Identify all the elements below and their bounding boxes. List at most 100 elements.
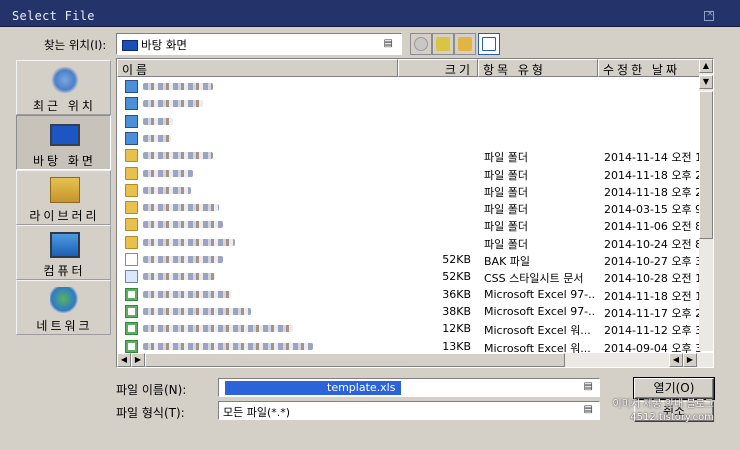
- folder-icon: [125, 183, 138, 197]
- horizontal-scrollbar[interactable]: ◀ ▶ ◀ ▶: [117, 353, 713, 367]
- file-icon: [125, 253, 138, 266]
- list-item[interactable]: [117, 95, 701, 112]
- folder-icon: [125, 235, 138, 249]
- xls-icon: [125, 322, 138, 336]
- file-list[interactable]: 이름 크기 항목 유형 수정한 날짜 파일 폴더 2014-11-14 오전 1파…: [116, 58, 714, 368]
- folder-icon: [125, 201, 138, 215]
- cell-size: 36KB: [442, 287, 471, 301]
- up-folder-icon: [436, 37, 450, 51]
- cell-size: 13KB: [442, 339, 471, 353]
- redacted-filename: [143, 134, 171, 142]
- cell-date: 2014-11-18 오후 2: [604, 185, 701, 199]
- list-item[interactable]: 12KB Microsoft Excel 워... 2014-11-12 오후 3: [117, 320, 701, 337]
- vertical-scrollbar[interactable]: ▲ ▼: [699, 59, 713, 351]
- desktop-icon: [122, 40, 138, 51]
- place-desktop[interactable]: 바탕 화면: [16, 115, 111, 170]
- cell-type: 파일 폴더: [484, 168, 528, 182]
- column-header-type[interactable]: 항목 유형: [478, 59, 598, 77]
- xls-icon: [125, 304, 138, 318]
- list-item[interactable]: [117, 113, 701, 130]
- column-header-date[interactable]: 수정한 날짜: [598, 59, 702, 77]
- cell-type: 파일 폴더: [484, 185, 528, 199]
- list-item[interactable]: 38KB Microsoft Excel 97-... 2014-11-17 오후 …: [117, 303, 701, 320]
- cell-type: CSS 스타일시트 문서: [484, 272, 584, 286]
- dropdown-arrow-icon[interactable]: ▤: [584, 404, 593, 415]
- place-label: 네트워크: [36, 319, 93, 333]
- list-item[interactable]: [117, 130, 701, 147]
- column-header-size[interactable]: 크기: [398, 59, 478, 77]
- watermark: 이미지 제공 안내 블로그 4512.tistory.com: [612, 398, 714, 424]
- list-item[interactable]: [117, 78, 701, 95]
- open-button[interactable]: 열기(O): [633, 377, 715, 400]
- cell-type: 파일 폴더: [484, 237, 528, 251]
- place-libraries[interactable]: 라이브러리: [16, 170, 111, 225]
- new-folder-button[interactable]: [454, 33, 476, 55]
- place-label: 라이브러리: [29, 209, 100, 223]
- redacted-filename: [143, 100, 203, 108]
- list-item[interactable]: 52KB CSS 스타일시트 문서 2014-10-28 오전 1: [117, 268, 701, 285]
- view-menu-button[interactable]: [478, 33, 500, 55]
- scroll-left-icon[interactable]: ◀: [117, 353, 131, 367]
- hscroll-thumb[interactable]: [145, 353, 565, 367]
- scroll-thumb[interactable]: [699, 91, 713, 239]
- cell-type: Microsoft Excel 97-...: [484, 287, 596, 301]
- network-icon: [50, 287, 80, 313]
- filename-input[interactable]: template.xls ▤: [218, 378, 600, 397]
- lookin-combo[interactable]: 바탕 화면 ▤: [116, 33, 402, 55]
- system-icon: [125, 97, 138, 111]
- scroll-right-icon[interactable]: ▶: [131, 353, 145, 367]
- redacted-filename: [143, 273, 215, 281]
- list-item[interactable]: 파일 폴더 2014-11-18 오후 2: [117, 165, 701, 182]
- redacted-filename: [143, 169, 193, 177]
- places-bar: 최근 위치 바탕 화면 라이브러리 컴퓨터 네트워크: [16, 60, 111, 340]
- computer-icon: [50, 232, 80, 258]
- close-icon: ×: [706, 9, 714, 19]
- libraries-icon: [50, 177, 80, 203]
- redacted-filename: [143, 83, 213, 90]
- list-item[interactable]: 파일 폴더 2014-11-14 오전 1: [117, 147, 701, 164]
- place-label: 최근 위치: [33, 99, 96, 113]
- column-header-name[interactable]: 이름: [117, 59, 398, 77]
- list-item[interactable]: 36KB Microsoft Excel 97-... 2014-11-18 오전 …: [117, 286, 701, 303]
- scroll-left-icon[interactable]: ◀: [669, 353, 683, 367]
- close-button[interactable]: ×: [704, 9, 714, 21]
- dropdown-arrow-icon[interactable]: ▤: [584, 381, 593, 392]
- redacted-filename: [143, 307, 251, 315]
- lookin-label: 찾는 위치(I):: [44, 38, 107, 52]
- xls-icon: [125, 339, 138, 353]
- cell-date: 2014-11-12 오후 3: [604, 324, 701, 338]
- place-computer[interactable]: 컴퓨터: [16, 225, 111, 280]
- back-button[interactable]: [410, 33, 432, 55]
- folder-icon: [125, 218, 138, 232]
- place-network[interactable]: 네트워크: [16, 280, 111, 335]
- scroll-down-icon[interactable]: ▼: [699, 75, 713, 89]
- system-icon: [125, 114, 138, 128]
- scroll-up-icon[interactable]: ▲: [699, 59, 713, 73]
- redacted-filename: [143, 221, 223, 229]
- list-item[interactable]: 파일 폴더 2014-10-24 오전 8: [117, 234, 701, 251]
- xls-icon: [125, 287, 138, 301]
- place-label: 바탕 화면: [33, 154, 96, 168]
- cell-type: Microsoft Excel 97-...: [484, 304, 596, 318]
- place-recent[interactable]: 최근 위치: [16, 60, 111, 115]
- list-item[interactable]: 파일 폴더 2014-11-18 오후 2: [117, 182, 701, 199]
- dropdown-arrow-icon: ▤: [383, 38, 393, 49]
- cell-size: 52KB: [442, 270, 471, 284]
- cell-size: 52KB: [442, 253, 471, 266]
- up-folder-button[interactable]: [432, 33, 454, 55]
- filetype-select[interactable]: 모든 파일(*.*) ▤: [218, 401, 600, 420]
- system-icon: [125, 131, 138, 145]
- list-item[interactable]: 52KB BAK 파일 2014-10-27 오후 3: [117, 251, 701, 268]
- cell-type: 파일 폴더: [484, 151, 528, 165]
- cell-type: 파일 폴더: [484, 220, 528, 234]
- list-item[interactable]: 13KB Microsoft Excel 워... 2014-09-04 오후 3: [117, 338, 701, 355]
- cell-date: 2014-11-18 오후 2: [604, 168, 701, 182]
- list-item[interactable]: 파일 폴더 2014-11-06 오전 8: [117, 216, 701, 233]
- scroll-right-icon[interactable]: ▶: [683, 353, 697, 367]
- list-item[interactable]: 파일 폴더 2014-03-15 오후 9: [117, 199, 701, 216]
- redacted-filename: [143, 117, 173, 125]
- cell-size: 38KB: [442, 304, 471, 318]
- place-label: 컴퓨터: [43, 264, 86, 278]
- watermark-line2: 4512.tistory.com: [630, 412, 714, 423]
- cell-date: 2014-10-24 오전 8: [604, 237, 701, 251]
